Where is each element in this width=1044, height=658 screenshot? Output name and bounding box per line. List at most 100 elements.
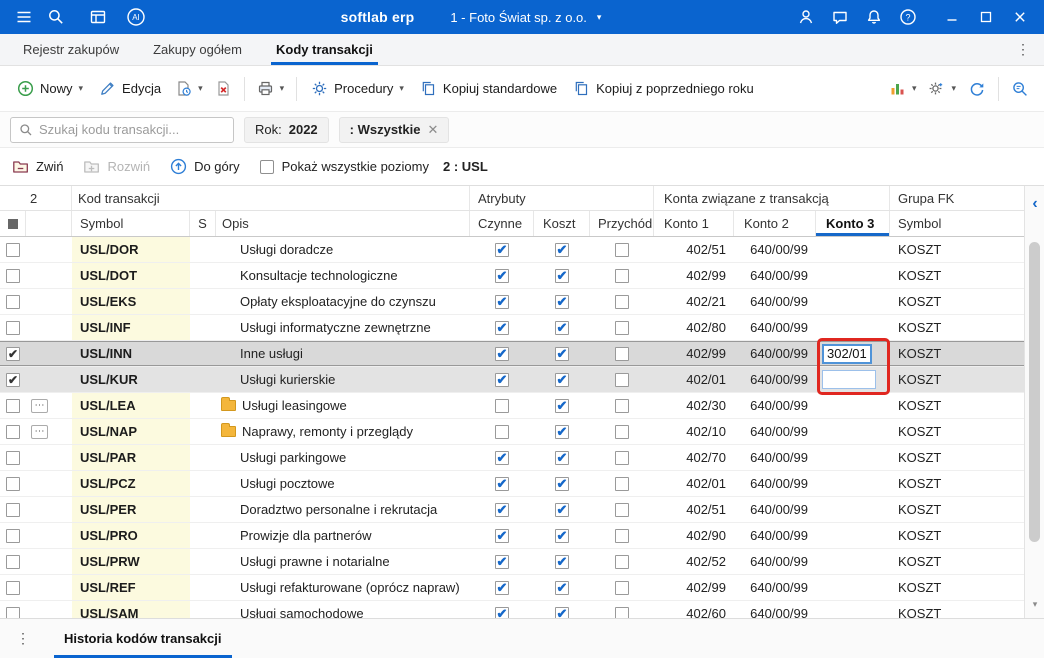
- table-row[interactable]: USL/DOT Konsultacje technologiczne ✔ ✔ 402/9…: [0, 263, 1024, 289]
- przychod-checkbox[interactable]: [615, 476, 629, 491]
- czynne-checkbox[interactable]: ✔: [495, 242, 509, 257]
- advanced-search-button[interactable]: [1006, 74, 1034, 104]
- czynne-checkbox[interactable]: ✔: [495, 346, 509, 361]
- chat-icon[interactable]: [824, 1, 856, 33]
- przychod-checkbox[interactable]: [615, 424, 629, 439]
- tab-kody-transakcji[interactable]: Kody transakcji: [259, 34, 390, 65]
- header-przychod[interactable]: Przychód: [590, 211, 654, 236]
- header-s[interactable]: S: [190, 211, 216, 236]
- koszt-checkbox[interactable]: ✔: [555, 398, 569, 413]
- header-konto3[interactable]: Konto 3: [816, 211, 890, 236]
- przychod-checkbox[interactable]: [615, 268, 629, 283]
- year-filter-chip[interactable]: Rok: 2022: [244, 116, 329, 143]
- przychod-checkbox[interactable]: [615, 502, 629, 517]
- czynne-checkbox[interactable]: ✔: [495, 268, 509, 283]
- vertical-scrollbar[interactable]: ‹ ▾: [1024, 186, 1044, 618]
- row-select-cell[interactable]: [0, 575, 26, 600]
- bell-icon[interactable]: [858, 1, 890, 33]
- row-select-checkbox[interactable]: [6, 606, 20, 618]
- czynne-checkbox[interactable]: ✔: [495, 320, 509, 335]
- chip-close-icon[interactable]: ✕: [427, 122, 438, 138]
- table-row[interactable]: USL/PER Doradztwo personalne i rekrutacja…: [0, 497, 1024, 523]
- print-button[interactable]: ▾: [252, 74, 290, 103]
- row-select-cell[interactable]: [0, 549, 26, 574]
- row-select-checkbox[interactable]: ✔: [6, 346, 20, 361]
- czynne-checkbox[interactable]: ✔: [495, 528, 509, 543]
- table-row[interactable]: USL/DOR Usługi doradcze ✔ ✔ 402/51 640/00/99 K…: [0, 237, 1024, 263]
- header-koszt[interactable]: Koszt: [534, 211, 590, 236]
- koszt-checkbox[interactable]: ✔: [555, 554, 569, 569]
- koszt-checkbox[interactable]: ✔: [555, 242, 569, 257]
- bottombar-menu-icon[interactable]: ⋮: [8, 619, 38, 658]
- table-row[interactable]: USL/PRO Prowizje dla partnerów ✔ ✔ 402/90 640…: [0, 523, 1024, 549]
- close-button[interactable]: [1004, 1, 1036, 33]
- company-selector[interactable]: 1 - Foto Świat sp. z o.o. ▾: [450, 10, 601, 25]
- chart-view-button[interactable]: ▾: [884, 74, 922, 103]
- procedures-button[interactable]: Procedury ▾: [304, 74, 411, 103]
- table-row[interactable]: ✔ USL/INN Inne usługi ✔ ✔ 402/99 640/00/99 KOSZ…: [0, 341, 1024, 367]
- new-button[interactable]: Nowy ▾: [10, 74, 90, 103]
- czynne-checkbox[interactable]: ✔: [495, 554, 509, 569]
- row-select-cell[interactable]: [0, 419, 26, 444]
- tab-zakupy-ogolem[interactable]: Zakupy ogółem: [136, 34, 259, 65]
- tab-historia-kodow[interactable]: Historia kodów transakcji: [48, 619, 238, 658]
- row-select-checkbox[interactable]: [6, 580, 20, 595]
- table-row[interactable]: USL/SAM Usługi samochodowe ✔ ✔ 402/60 640/00/…: [0, 601, 1024, 618]
- tabbar-overflow-icon[interactable]: ⋮: [1008, 34, 1038, 65]
- konto3-edit-slot[interactable]: [822, 370, 876, 389]
- przychod-checkbox[interactable]: [615, 346, 629, 361]
- row-select-cell[interactable]: [0, 393, 26, 418]
- copy-standard-button[interactable]: Kopiuj standardowe: [413, 74, 564, 103]
- czynne-checkbox[interactable]: [495, 398, 509, 413]
- row-select-cell[interactable]: [0, 237, 26, 262]
- przychod-checkbox[interactable]: [615, 528, 629, 543]
- row-expander-button[interactable]: ⋯: [31, 424, 48, 439]
- przychod-checkbox[interactable]: [615, 320, 629, 335]
- row-select-cell[interactable]: [0, 315, 26, 340]
- table-row[interactable]: USL/PRW Usługi prawne i notarialne ✔ ✔ 402/5…: [0, 549, 1024, 575]
- maximize-button[interactable]: [970, 1, 1002, 33]
- przychod-checkbox[interactable]: [615, 450, 629, 465]
- search-icon[interactable]: [40, 1, 72, 33]
- header-grupa-symbol[interactable]: Symbol: [890, 211, 1024, 236]
- czynne-checkbox[interactable]: ✔: [495, 606, 509, 618]
- search-input[interactable]: [39, 122, 225, 137]
- table-row[interactable]: USL/INF Usługi informatyczne zewnętrzne ✔ ✔…: [0, 315, 1024, 341]
- row-select-checkbox[interactable]: [6, 242, 20, 257]
- document-history-button[interactable]: ▾: [170, 74, 208, 103]
- przychod-checkbox[interactable]: [615, 580, 629, 595]
- row-select-cell[interactable]: ✔: [0, 367, 26, 392]
- przychod-checkbox[interactable]: [615, 242, 629, 257]
- show-all-levels-toggle[interactable]: Pokaż wszystkie poziomy: [259, 159, 429, 174]
- table-row[interactable]: ⋯ USL/LEA Usługi leasingowe ✔ 402/30 640/00/9…: [0, 393, 1024, 419]
- row-select-cell[interactable]: ✔: [0, 341, 26, 366]
- go-up-button[interactable]: Do góry: [170, 158, 240, 175]
- czynne-checkbox[interactable]: [495, 424, 509, 439]
- table-row[interactable]: ⋯ USL/NAP Naprawy, remonty i przeglądy ✔ 402…: [0, 419, 1024, 445]
- row-select-cell[interactable]: [0, 445, 26, 470]
- row-select-cell[interactable]: [0, 263, 26, 288]
- edit-button[interactable]: Edycja: [92, 74, 168, 103]
- table-row[interactable]: USL/PCZ Usługi pocztowe ✔ ✔ 402/01 640/00/99 K…: [0, 471, 1024, 497]
- czynne-checkbox[interactable]: ✔: [495, 294, 509, 309]
- row-select-checkbox[interactable]: [6, 398, 20, 413]
- czynne-checkbox[interactable]: ✔: [495, 502, 509, 517]
- header-konto2[interactable]: Konto 2: [734, 211, 816, 236]
- panel-icon[interactable]: [82, 1, 114, 33]
- koszt-checkbox[interactable]: ✔: [555, 580, 569, 595]
- koszt-checkbox[interactable]: ✔: [555, 450, 569, 465]
- header-symbol[interactable]: Symbol: [72, 211, 190, 236]
- table-row[interactable]: ✔ USL/KUR Usługi kurierskie ✔ ✔ 402/01 640/00/…: [0, 367, 1024, 393]
- row-select-checkbox[interactable]: [6, 528, 20, 543]
- table-row[interactable]: USL/PAR Usługi parkingowe ✔ ✔ 402/70 640/00/9…: [0, 445, 1024, 471]
- koszt-checkbox[interactable]: ✔: [555, 294, 569, 309]
- row-select-cell[interactable]: [0, 497, 26, 522]
- type-filter-chip[interactable]: : Wszystkie ✕: [338, 116, 450, 143]
- koszt-checkbox[interactable]: ✔: [555, 424, 569, 439]
- row-select-checkbox[interactable]: [6, 320, 20, 335]
- przychod-checkbox[interactable]: [615, 606, 629, 618]
- czynne-checkbox[interactable]: ✔: [495, 372, 509, 387]
- row-select-cell[interactable]: [0, 289, 26, 314]
- czynne-checkbox[interactable]: ✔: [495, 450, 509, 465]
- table-row[interactable]: USL/REF Usługi refakturowane (oprócz napr…: [0, 575, 1024, 601]
